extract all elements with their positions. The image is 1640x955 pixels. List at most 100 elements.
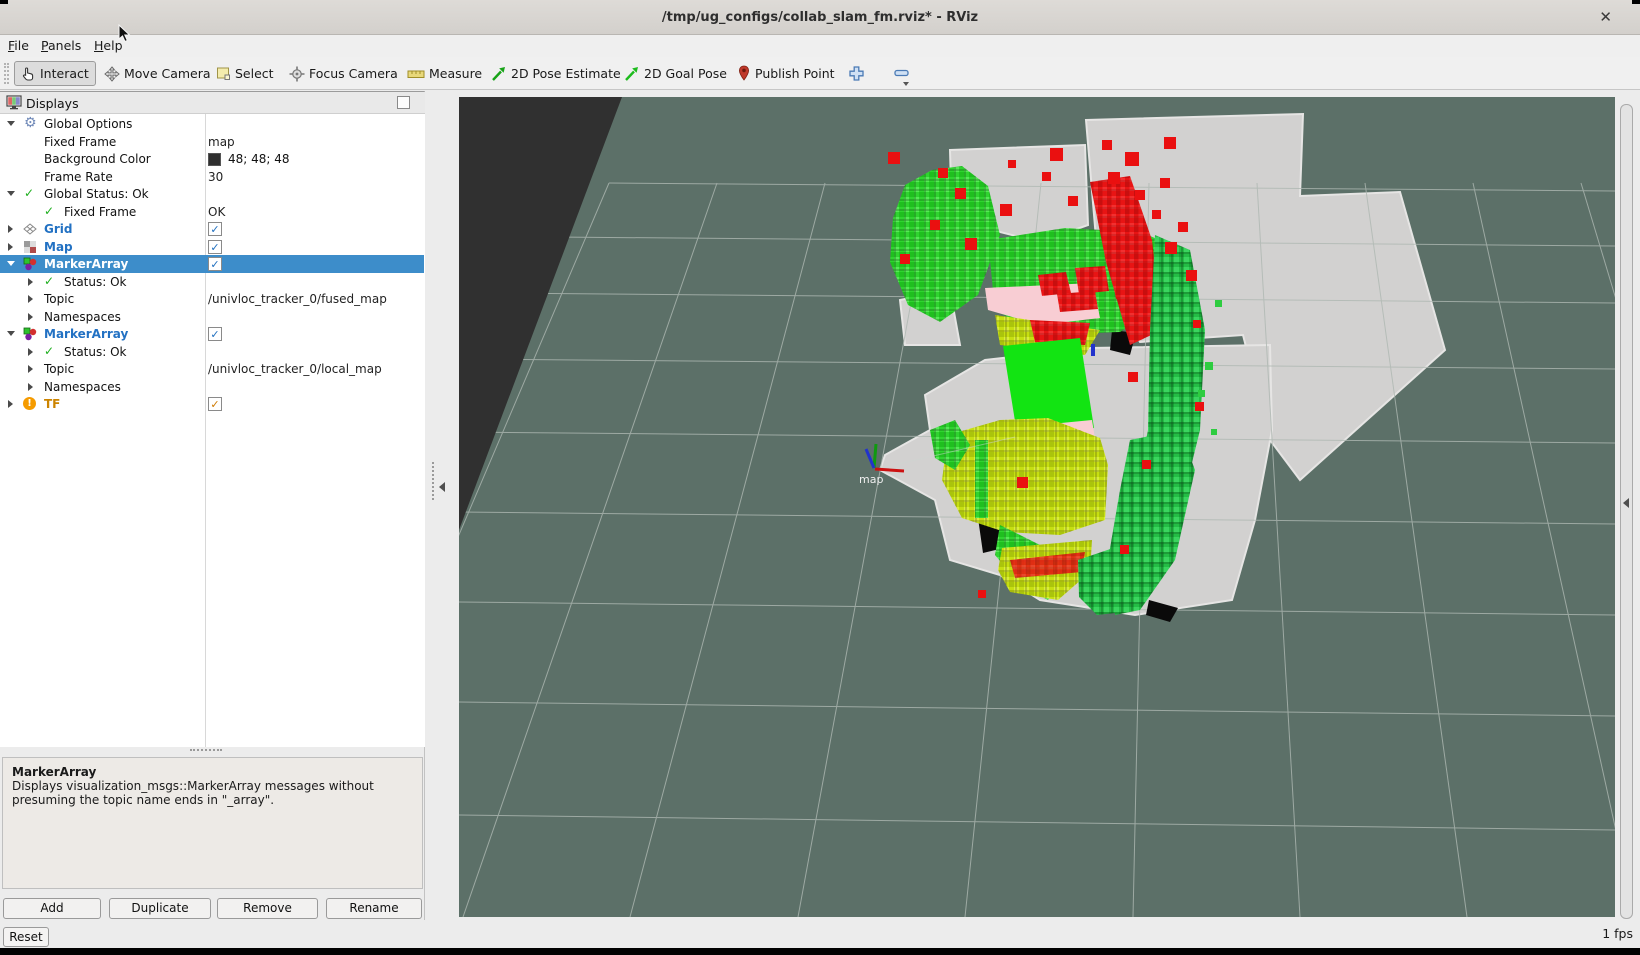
description-title: MarkerArray: [12, 765, 97, 779]
tree-row-status-ok[interactable]: ✓ Status: Ok: [0, 273, 424, 291]
render-scene: map: [459, 97, 1615, 917]
green-arrow-icon: [492, 66, 505, 81]
right-splitter-thumb[interactable]: [1620, 104, 1633, 919]
splitter-dots: [432, 462, 434, 500]
remove-tool-icon: [894, 69, 909, 77]
rviz-window: /tmp/ug_configs/collab_slam_fm.rviz* - R…: [0, 0, 1640, 955]
right-panel-splitter[interactable]: [1618, 90, 1640, 920]
expand-arrow-icon[interactable]: [8, 242, 13, 251]
collapse-arrow-icon[interactable]: [7, 121, 15, 126]
fps-counter: 1 fps: [1602, 926, 1633, 941]
expand-arrow-icon[interactable]: [28, 277, 33, 286]
map-pin-icon: [738, 65, 750, 81]
description-body: Displays visualization_msgs::MarkerArray…: [12, 779, 374, 807]
panel-splitter-handle[interactable]: [190, 749, 222, 752]
float-panel-button[interactable]: [397, 96, 410, 109]
left-panel-splitter[interactable]: [425, 90, 459, 920]
add-tool-button[interactable]: [842, 61, 871, 86]
toolbar: Interact Move Camera Select Focus Camera…: [0, 57, 1640, 90]
remove-display-button[interactable]: Remove: [217, 898, 318, 919]
displays-panel: Displays ⚙ Global Options Fixed Frame ma…: [0, 91, 425, 920]
tree-row-background-color[interactable]: Background Color 48; 48; 48: [0, 150, 424, 168]
expand-arrow-icon[interactable]: [8, 225, 13, 233]
tree-row-global-options[interactable]: ⚙ Global Options: [0, 115, 424, 133]
expand-arrow-icon[interactable]: [28, 347, 33, 356]
menu-file[interactable]: File: [8, 38, 29, 53]
window-title: /tmp/ug_configs/collab_slam_fm.rviz* - R…: [661, 10, 979, 25]
collapse-arrow-icon[interactable]: [7, 191, 15, 196]
void-background-wedge: [459, 97, 622, 530]
add-display-button[interactable]: Add: [3, 898, 101, 919]
add-tool-icon: [849, 66, 864, 81]
expand-arrow-icon[interactable]: [28, 312, 33, 321]
collapse-left-icon[interactable]: [439, 482, 445, 492]
move-arrows-icon: [104, 65, 120, 82]
monitor-icon: [6, 95, 22, 110]
close-icon[interactable]: ✕: [1599, 8, 1612, 26]
green-arrow-icon: [625, 66, 638, 81]
map-display-icon: [24, 240, 36, 253]
tree-row-topic-local[interactable]: Topic /univloc_tracker_0/local_map: [0, 360, 424, 378]
crosshair-icon: [289, 66, 305, 81]
expand-arrow-icon[interactable]: [8, 400, 13, 408]
window-bottom-edge: [0, 948, 1640, 955]
tool-2d-goal-pose[interactable]: 2D Goal Pose: [618, 61, 733, 86]
displays-panel-header[interactable]: Displays: [0, 92, 425, 114]
collapse-arrow-icon[interactable]: [7, 331, 15, 336]
viewport-3d[interactable]: map: [459, 97, 1615, 917]
status-ok-icon: ✓: [44, 273, 55, 288]
reset-button[interactable]: Reset: [3, 927, 49, 947]
markerarray-checkbox[interactable]: ✓: [208, 327, 222, 341]
warning-icon: !: [23, 397, 36, 410]
tree-row-frame-rate[interactable]: Frame Rate 30: [0, 168, 424, 186]
duplicate-display-button[interactable]: Duplicate: [109, 898, 211, 919]
menu-panels[interactable]: Panels: [41, 38, 81, 53]
main-area: Displays ⚙ Global Options Fixed Frame ma…: [0, 90, 1640, 920]
gear-icon: ⚙: [24, 115, 37, 131]
displays-tree: ⚙ Global Options Fixed Frame map Backgro…: [0, 114, 425, 747]
tf-checkbox[interactable]: ✓: [208, 397, 222, 411]
tree-row-markerarray-local[interactable]: MarkerArray ✓: [0, 325, 424, 343]
menubar: File Panels Help: [0, 35, 1640, 57]
markerarray-checkbox[interactable]: ✓: [208, 257, 222, 271]
color-swatch[interactable]: [208, 153, 221, 166]
remove-tool-button[interactable]: [886, 61, 918, 86]
selection-box-icon: [217, 67, 230, 80]
tool-measure[interactable]: Measure: [401, 61, 488, 86]
collapse-arrow-icon[interactable]: [7, 261, 15, 266]
tree-row-grid[interactable]: Grid ✓: [0, 220, 424, 238]
tree-row-status-ok[interactable]: ✓ Status: Ok: [0, 343, 424, 361]
tree-row-markerarray-fused[interactable]: MarkerArray ✓: [0, 255, 424, 273]
grid-display-icon: [23, 223, 37, 235]
tree-row-map[interactable]: Map ✓: [0, 238, 424, 256]
expand-arrow-icon[interactable]: [28, 365, 33, 373]
rename-display-button[interactable]: Rename: [326, 898, 422, 919]
mouse-cursor-icon: [118, 24, 131, 43]
display-description: MarkerArray Displays visualization_msgs:…: [2, 757, 423, 889]
tool-interact[interactable]: Interact: [14, 61, 96, 86]
tool-select[interactable]: Select: [210, 61, 280, 86]
tool-2d-pose-estimate[interactable]: 2D Pose Estimate: [485, 61, 627, 86]
expand-arrow-icon[interactable]: [28, 295, 33, 303]
tool-focus-camera[interactable]: Focus Camera: [283, 61, 404, 86]
marker-array-icon: [23, 257, 37, 271]
collapse-right-icon[interactable]: [1623, 498, 1629, 508]
tool-move-camera[interactable]: Move Camera: [98, 61, 217, 86]
status-ok-icon: ✓: [24, 186, 35, 200]
tree-row-namespaces[interactable]: Namespaces: [0, 378, 424, 396]
map-checkbox[interactable]: ✓: [208, 239, 222, 254]
tool-publish-point[interactable]: Publish Point: [731, 61, 841, 86]
expand-arrow-icon[interactable]: [28, 382, 33, 391]
marker-array-icon: [23, 327, 37, 341]
tree-row-fixed-frame-status[interactable]: ✓ Fixed Frame OK: [0, 203, 424, 221]
grid-checkbox[interactable]: ✓: [208, 222, 222, 236]
tree-row-global-status[interactable]: ✓ Global Status: Ok: [0, 185, 424, 203]
statusbar: Reset 1 fps: [0, 920, 1640, 948]
titlebar[interactable]: /tmp/ug_configs/collab_slam_fm.rviz* - R…: [0, 0, 1640, 35]
tree-row-tf[interactable]: ! TF ✓: [0, 395, 424, 413]
tree-row-namespaces[interactable]: Namespaces: [0, 308, 424, 326]
tree-row-fixed-frame[interactable]: Fixed Frame map: [0, 133, 424, 151]
toolbar-drag-handle[interactable]: [4, 63, 9, 84]
tree-row-topic-fused[interactable]: Topic /univloc_tracker_0/fused_map: [0, 290, 424, 308]
tool-options-caret-icon[interactable]: [903, 82, 909, 86]
